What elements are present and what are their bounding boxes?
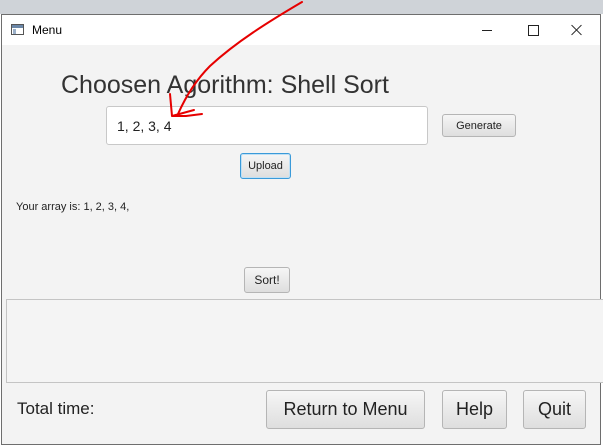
window-title: Menu xyxy=(32,23,63,37)
desktop-background xyxy=(0,0,603,14)
app-window-icon xyxy=(11,24,24,35)
total-time-label: Total time: xyxy=(17,399,95,418)
main-content: Choosen Agorithm: Shell Sort Generate Up… xyxy=(2,45,603,444)
title-bar[interactable]: Menu xyxy=(2,15,600,45)
return-to-menu-button[interactable]: Return to Menu xyxy=(266,390,425,429)
output-panel xyxy=(6,299,603,383)
generate-button[interactable]: Generate xyxy=(442,114,516,137)
help-button[interactable]: Help xyxy=(442,390,507,429)
maximize-button[interactable] xyxy=(510,15,556,45)
maximize-icon xyxy=(527,24,539,36)
array-summary-text: Your array is: 1, 2, 3, 4, xyxy=(16,201,130,213)
minimize-icon xyxy=(482,29,492,31)
upload-button[interactable]: Upload xyxy=(240,153,291,179)
close-icon xyxy=(571,24,583,36)
chosen-algorithm-heading: Choosen Agorithm: Shell Sort xyxy=(61,71,389,99)
sort-button[interactable]: Sort! xyxy=(244,267,290,293)
minimize-button[interactable] xyxy=(464,15,510,45)
menu-window: Menu Choosen Agorithm: Shell Sort Genera… xyxy=(1,14,603,445)
array-input[interactable] xyxy=(106,106,428,145)
close-button[interactable] xyxy=(554,15,600,45)
quit-button[interactable]: Quit xyxy=(523,390,586,429)
